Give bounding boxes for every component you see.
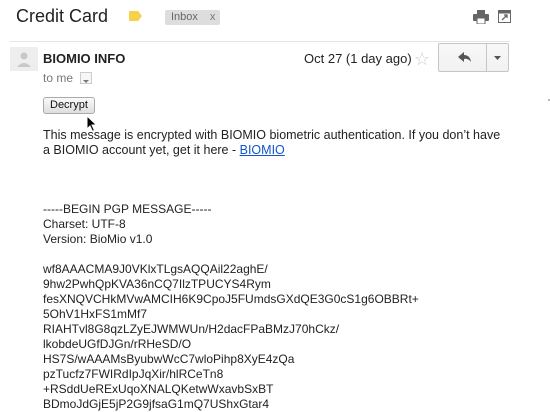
pgp-body-line: 9hw2PwhQpKVA36nCQ7IlzTPUCYS4Rym [43,277,271,291]
remove-label-button[interactable]: x [210,11,216,23]
chevron-down-icon [83,80,89,83]
label-tag-icon[interactable] [129,11,142,21]
pgp-body-line: RIAHTvl8G8qzLZyEJWMWUn/H2dacFPaBMzJ70hCk… [43,322,340,336]
pgp-body: wf8AAACMA9J0VKlxTLgsAQQAil22aghE/9hw2Pwh… [43,262,419,412]
recipient-line: to me [43,71,74,85]
recipient-details-toggle[interactable] [80,72,92,84]
pgp-header-line: Version: BioMio v1.0 [43,232,153,246]
email-subject: Credit Card [16,6,109,26]
pgp-header-line: Charset: UTF-8 [43,217,126,231]
pgp-body-line: lkobdeUGfDJGn/rRHeSD/O [43,337,192,351]
pgp-message-block: -----BEGIN PGP MESSAGE----- Charset: UTF-… [43,202,419,412]
encryption-notice: This message is encrypted with BIOMIO bi… [43,128,503,158]
default-avatar-icon [17,52,31,67]
sender-name[interactable]: BIOMIO INFO [43,51,125,66]
message-date: Oct 27 (1 day ago) [304,51,412,66]
pgp-body-line: pzTucfz7FWIRdIpJqXir/hlRCeTn8 [43,367,224,381]
pgp-header: -----BEGIN PGP MESSAGE----- Charset: UTF-… [43,202,419,247]
pgp-body-line: BDmoJdGjE5jP2G9jfsaG1mQ7UShxGtar4 [43,397,270,411]
pgp-body-line: +RSddUeRExUqoXNALQKetwWxavbSxBT [43,382,274,396]
pgp-body-line: 5OhV1HxFS1mMf7 [43,307,148,321]
header-divider [10,41,510,42]
decrypt-button[interactable]: Decrypt [43,97,95,114]
reply-button[interactable] [439,44,486,71]
pgp-body-line: HS7S/wAAAMsByubwWcC7wloPihp8XyE4zQa [43,352,295,366]
inbox-label-chip: Inbox x [165,10,221,25]
new-window-icon[interactable] [498,10,511,23]
pgp-header-line: -----BEGIN PGP MESSAGE----- [43,202,212,216]
reply-icon [458,52,471,62]
inbox-label-text: Inbox [171,11,198,23]
pgp-body-line: fesXNQVCHkMVwAMCIH6K9CpoJ5FUmdsGXdQE3G0c… [43,292,419,306]
avatar [10,47,38,71]
print-icon[interactable] [473,10,489,24]
star-icon[interactable]: ☆ [414,50,430,68]
chevron-down-icon [494,56,501,60]
reply-button-group [438,43,509,72]
more-options-button[interactable] [487,44,508,71]
subject-bar: Credit Card Inbox x [0,0,550,34]
pgp-body-line: wf8AAACMA9J0VKlxTLgsAQQAil22aghE/ [43,262,268,276]
biomio-signup-link[interactable]: BIOMIO [240,143,285,157]
